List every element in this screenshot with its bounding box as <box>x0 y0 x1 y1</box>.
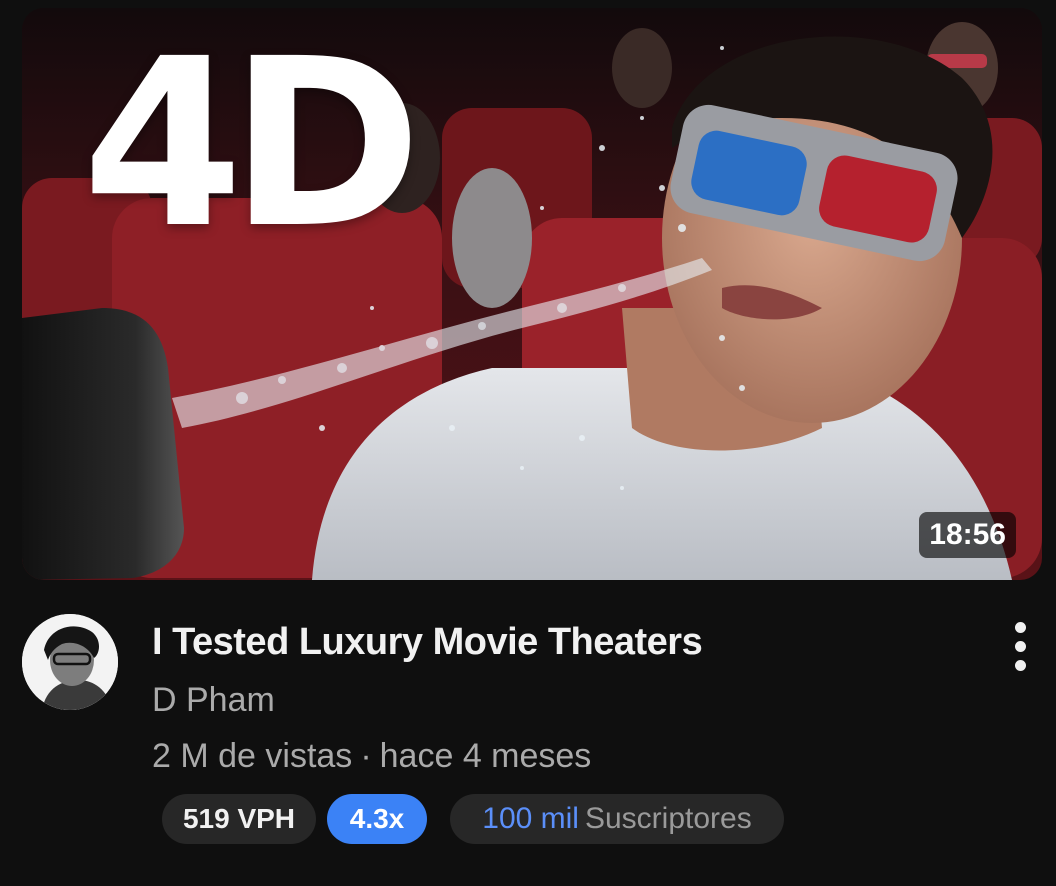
duration-badge: 18:56 <box>919 512 1016 558</box>
video-thumbnail[interactable]: 4D 18:56 <box>22 8 1042 580</box>
view-count: 2 M de vistas <box>152 737 353 775</box>
kebab-dot <box>1015 641 1026 652</box>
subscribers-badge: 100 mil Suscriptores <box>450 794 784 844</box>
upload-age: hace 4 meses <box>379 737 592 775</box>
channel-name[interactable]: D Pham <box>152 680 275 720</box>
channel-avatar[interactable] <box>22 614 118 710</box>
outlier-multiplier-badge: 4.3x <box>327 794 427 844</box>
kebab-dot <box>1015 622 1026 633</box>
subscriber-label: Suscriptores <box>584 802 752 835</box>
video-meta: I Tested Luxury Movie Theaters D Pham 2 … <box>152 618 972 776</box>
kebab-dot <box>1015 660 1026 671</box>
subscriber-count: 100 mil <box>482 802 579 835</box>
video-stats: 2 M de vistas · hace 4 meses <box>152 736 972 776</box>
video-title[interactable]: I Tested Luxury Movie Theaters <box>152 618 972 666</box>
vph-badge: 519 VPH <box>162 794 316 844</box>
thumbnail-overlay-text: 4D <box>82 9 422 279</box>
avatar-image <box>22 614 118 710</box>
separator-dot: · <box>360 737 372 775</box>
more-vert-icon[interactable] <box>1004 622 1038 672</box>
